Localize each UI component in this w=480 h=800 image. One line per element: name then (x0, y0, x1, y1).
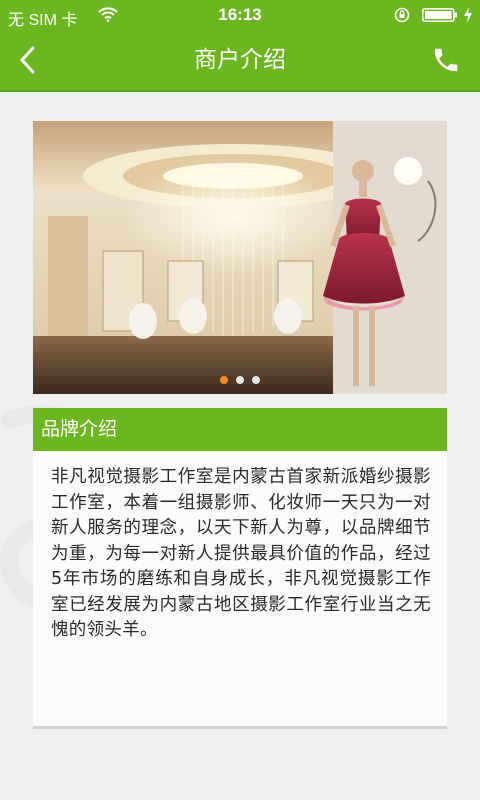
phone-icon (434, 48, 458, 72)
studio-interior-photo (33, 121, 447, 394)
carousel-pager (33, 376, 447, 384)
pager-dot[interactable] (252, 376, 260, 384)
charging-icon (464, 7, 472, 23)
page-title: 商户介绍 (194, 47, 286, 73)
brand-intro-card: 品牌介绍 非凡视觉摄影工作室是内蒙古首家新派婚纱摄影工作室，本着一组摄影师、化妆… (33, 408, 447, 729)
status-bar: 无 SIM 卡 16:13 (0, 0, 480, 30)
pager-dot[interactable] (236, 376, 244, 384)
rotation-lock-icon (394, 7, 410, 23)
brand-description: 非凡视觉摄影工作室是内蒙古首家新派婚纱摄影工作室，本着一组摄影师、化妆师一天只为… (51, 467, 431, 640)
nav-bar: 商户介绍 (0, 30, 480, 92)
call-button[interactable] (426, 40, 466, 80)
pager-dot[interactable] (220, 376, 228, 384)
photo-carousel[interactable] (33, 121, 447, 394)
section-heading: 品牌介绍 (33, 408, 447, 451)
battery-icon (422, 8, 457, 22)
